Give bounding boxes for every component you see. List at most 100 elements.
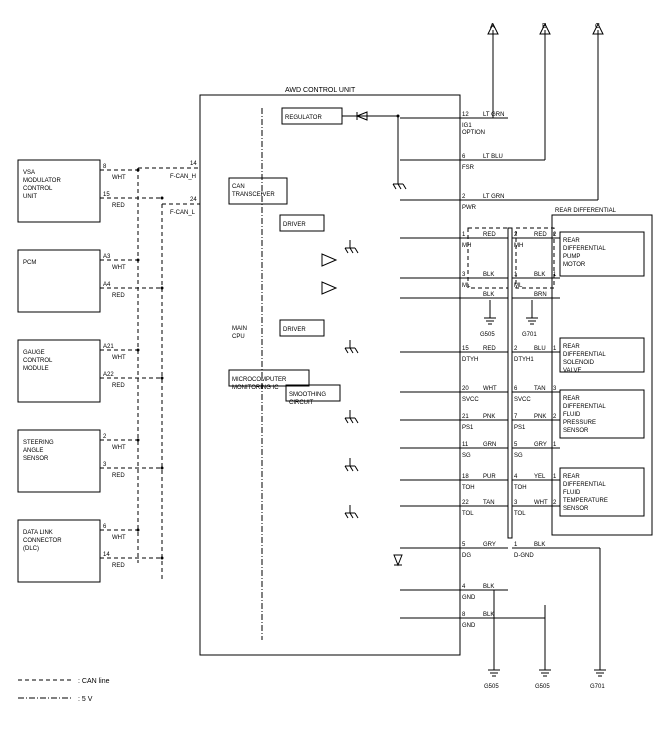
svg-text:BLK: BLK — [483, 272, 494, 278]
svg-text:RED: RED — [534, 232, 547, 238]
svg-text:DTYH: DTYH — [462, 357, 478, 363]
svg-text:8: 8 — [462, 612, 466, 618]
svg-text:LT GRN: LT GRN — [483, 194, 504, 200]
svg-text:12: 12 — [462, 112, 469, 118]
svg-text:3: 3 — [514, 500, 518, 506]
svg-text:14: 14 — [190, 161, 197, 167]
svg-text:WHT: WHT — [112, 535, 126, 541]
rear-diff-title: REAR DIFFERENTIAL — [555, 208, 617, 214]
svg-text:WHT: WHT — [534, 500, 548, 506]
svg-text:5: 5 — [514, 442, 518, 448]
svg-text:RED: RED — [112, 563, 125, 569]
svg-text:RED: RED — [112, 473, 125, 479]
offpage-c: C — [593, 23, 603, 200]
svg-text:: 5 V: : 5 V — [78, 696, 93, 703]
svg-text:DTYH1: DTYH1 — [514, 357, 534, 363]
svg-text:6: 6 — [103, 524, 107, 530]
svg-text:GRY: GRY — [483, 542, 496, 548]
svg-text:2: 2 — [103, 434, 107, 440]
svg-text:1: 1 — [514, 542, 518, 548]
svg-text:C: C — [595, 23, 600, 30]
blk-regulator: REGULATOR — [285, 115, 322, 121]
svg-text:A22: A22 — [103, 372, 114, 378]
svg-text:2: 2 — [553, 414, 557, 420]
svg-text:A3: A3 — [103, 254, 111, 260]
svg-text:GRY: GRY — [534, 442, 547, 448]
gnd-g505-b: G505 — [535, 684, 550, 690]
svg-text:MH: MH — [462, 243, 471, 249]
svg-text:G701: G701 — [522, 332, 537, 338]
svg-text:8: 8 — [103, 164, 107, 170]
svg-text:GRN: GRN — [483, 442, 496, 448]
svg-text:SVCC: SVCC — [462, 397, 479, 403]
gnd-g701: G701 — [590, 684, 605, 690]
svg-text:3: 3 — [553, 386, 557, 392]
awd-control-unit — [200, 95, 460, 655]
blk-can: CANTRANSCEIVER — [232, 184, 275, 198]
offpage-b: B — [540, 23, 550, 160]
svg-text:ML: ML — [462, 283, 471, 289]
svg-text:WHT: WHT — [483, 386, 497, 392]
svg-text:LT GRN: LT GRN — [483, 112, 504, 118]
svg-text:F-CAN_H: F-CAN_H — [170, 174, 196, 180]
svg-text:IG1OPTION: IG1OPTION — [462, 123, 485, 136]
svg-text:SG: SG — [514, 453, 523, 459]
svg-text:MH: MH — [514, 243, 523, 249]
svg-text:D-GND: D-GND — [514, 553, 534, 559]
svg-text:1: 1 — [553, 474, 557, 480]
svg-text:G505: G505 — [480, 332, 495, 338]
svg-text:A21: A21 — [103, 344, 114, 350]
svg-text:5: 5 — [462, 542, 466, 548]
awd-title: AWD CONTROL UNIT — [285, 87, 356, 94]
svg-text:B: B — [542, 23, 547, 30]
svg-text:DATA LINKCONNECTOR(DLC): DATA LINKCONNECTOR(DLC) — [23, 530, 62, 552]
svg-text:YEL: YEL — [534, 474, 546, 480]
svg-text:: CAN line: : CAN line — [78, 678, 110, 685]
svg-text:1: 1 — [462, 232, 466, 238]
svg-text:WHT: WHT — [112, 445, 126, 451]
svg-text:GND: GND — [462, 623, 476, 629]
svg-text:1: 1 — [553, 442, 557, 448]
svg-text:22: 22 — [462, 500, 469, 506]
offpage-a: A — [488, 23, 498, 118]
svg-text:REARDIFFERENTIALFLUIDTEMPERATU: REARDIFFERENTIALFLUIDTEMPERATURESENSOR — [563, 474, 608, 512]
svg-text:6: 6 — [514, 386, 518, 392]
svg-text:VSAMODULATORCONTROLUNIT: VSAMODULATORCONTROLUNIT — [23, 170, 61, 200]
svg-text:BRN: BRN — [534, 292, 547, 298]
left-modules: 14 F-CAN_H 24 F-CAN_L — [138, 161, 200, 580]
svg-text:24: 24 — [190, 197, 197, 203]
svg-text:RED: RED — [112, 383, 125, 389]
svg-text:A4: A4 — [103, 282, 111, 288]
svg-text:15: 15 — [103, 192, 110, 198]
svg-text:TAN: TAN — [534, 386, 546, 392]
svg-text:STEERINGANGLESENSOR: STEERINGANGLESENSOR — [23, 440, 54, 462]
svg-text:REARDIFFERENTIALSOLENOIDVALVE: REARDIFFERENTIALSOLENOIDVALVE — [563, 344, 606, 374]
svg-text:PNK: PNK — [534, 414, 546, 420]
svg-text:SG: SG — [462, 453, 471, 459]
blk-mcic: MICROCOMPUTERMONITORING IC — [232, 377, 287, 391]
svg-text:4: 4 — [462, 584, 466, 590]
svg-text:PS1: PS1 — [514, 425, 526, 431]
svg-text:GAUGECONTROLMODULE: GAUGECONTROLMODULE — [23, 350, 53, 372]
svg-text:21: 21 — [462, 414, 469, 420]
svg-text:FSR: FSR — [462, 165, 475, 171]
svg-text:F-CAN_L: F-CAN_L — [170, 210, 196, 216]
svg-text:6: 6 — [462, 154, 466, 160]
blk-driver-2: DRIVER — [283, 327, 306, 333]
svg-text:3: 3 — [462, 272, 466, 278]
svg-text:BLK: BLK — [483, 612, 494, 618]
svg-text:A: A — [490, 23, 495, 30]
svg-text:4: 4 — [514, 474, 518, 480]
legend: : CAN line : 5 V — [18, 678, 110, 703]
svg-text:WHT: WHT — [112, 355, 126, 361]
svg-text:BLK: BLK — [534, 542, 545, 548]
svg-text:RED: RED — [112, 203, 125, 209]
svg-text:SVCC: SVCC — [514, 397, 531, 403]
svg-text:RED: RED — [483, 232, 496, 238]
svg-text:WHT: WHT — [112, 265, 126, 271]
svg-text:REARDIFFERENTIALFLUIDPRESSURES: REARDIFFERENTIALFLUIDPRESSURESENSOR — [563, 396, 606, 434]
svg-text:WHT: WHT — [112, 175, 126, 181]
svg-text:14: 14 — [103, 552, 110, 558]
svg-text:7: 7 — [514, 414, 518, 420]
svg-text:GND: GND — [462, 595, 476, 601]
